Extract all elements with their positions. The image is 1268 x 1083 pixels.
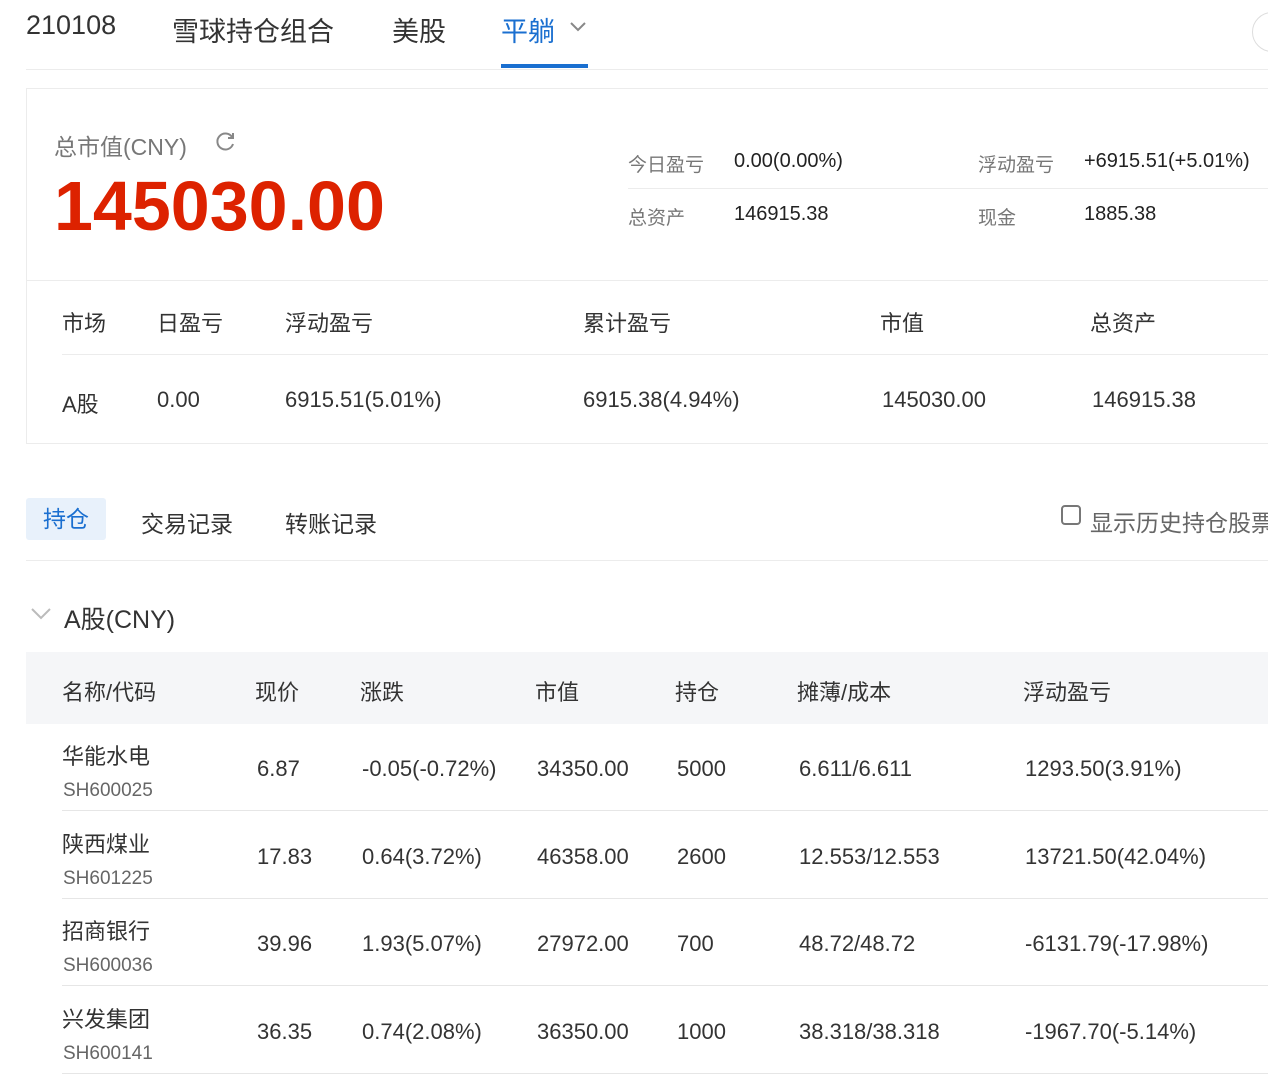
tab-holdings[interactable]: 持仓	[26, 498, 106, 540]
header-total-assets: 总资产	[1090, 311, 1157, 336]
stock-name[interactable]: 华能水电	[62, 739, 150, 771]
header-qty: 持仓	[675, 680, 720, 705]
cell-qty: 2600	[677, 843, 726, 869]
today-pnl-label: 今日盈亏	[628, 155, 705, 176]
nav-tab-xueqiu[interactable]: 雪球持仓组合	[172, 10, 334, 49]
stock-name[interactable]: 兴发集团	[62, 1002, 150, 1034]
float-pnl-label: 浮动盈亏	[978, 155, 1055, 176]
cell-change: 0.64(3.72%)	[362, 843, 482, 869]
stock-code: SH600036	[63, 955, 153, 976]
header-change: 涨跌	[360, 680, 405, 705]
avatar[interactable]	[1252, 12, 1268, 52]
header-value: 市值	[535, 680, 580, 705]
cell-change: 1.93(5.07%)	[362, 931, 482, 956]
cell-qty: 700	[677, 931, 714, 956]
cell-price: 39.96	[257, 931, 313, 956]
stock-code: SH600025	[63, 780, 153, 801]
cell-cum-pnl: 6915.38(4.94%)	[583, 387, 740, 412]
today-pnl-value: 0.00(0.00%)	[734, 150, 843, 172]
section-title: A股(CNY)	[64, 606, 176, 634]
cell-price: 6.87	[257, 756, 300, 781]
header-cum-pnl: 累计盈亏	[583, 311, 672, 336]
cell-value: 46358.00	[537, 843, 629, 869]
cell-market: A股	[62, 392, 99, 417]
cell-market-value: 145030.00	[882, 387, 986, 412]
header-cost: 摊薄/成本	[797, 680, 892, 705]
cell-value: 27972.00	[537, 931, 629, 956]
cell-cost: 6.611/6.611	[799, 756, 912, 781]
header-price: 现价	[255, 680, 300, 705]
float-pnl-value: +6915.51(+5.01%)	[1084, 150, 1250, 172]
nav-tab-pingtang[interactable]: 平躺	[501, 10, 555, 49]
total-assets-label: 总资产	[628, 208, 686, 229]
cell-value: 34350.00	[537, 756, 629, 781]
header-float-pnl: 浮动盈亏	[285, 311, 374, 336]
cell-cost: 38.318/38.318	[799, 1018, 940, 1044]
total-value: 145030.00	[54, 167, 385, 245]
refresh-icon[interactable]	[213, 130, 237, 154]
header-daily-pnl: 日盈亏	[157, 311, 224, 336]
stock-code: SH601225	[63, 867, 153, 889]
cash-label: 现金	[978, 208, 1017, 229]
active-tab-indicator	[501, 64, 588, 68]
table-row[interactable]: 陕西煤业 SH601225 17.83 0.64(3.72%) 46358.00 2600…	[26, 812, 1268, 899]
header-market: 市场	[62, 311, 107, 336]
cell-cost: 48.72/48.72	[799, 931, 916, 956]
cell-value: 36350.00	[537, 1018, 629, 1044]
nav-tab-210108[interactable]: 210108	[26, 10, 116, 41]
header-pnl: 浮动盈亏	[1023, 680, 1112, 705]
tab-trades[interactable]: 交易记录	[141, 505, 233, 539]
cell-pnl: -6131.79(-17.98%)	[1025, 931, 1209, 956]
total-assets-value: 146915.38	[734, 203, 829, 225]
cell-float-pnl: 6915.51(5.01%)	[285, 387, 442, 412]
cell-cost: 12.553/12.553	[799, 843, 940, 869]
cell-qty: 1000	[677, 1018, 726, 1044]
collapse-chevron-icon[interactable]	[30, 607, 52, 621]
history-checkbox-label[interactable]: 显示历史持仓股票	[1090, 504, 1268, 538]
cell-price: 36.35	[257, 1018, 313, 1044]
nav-tab-us[interactable]: 美股	[392, 10, 446, 49]
cell-pnl: 1293.50(3.91%)	[1025, 756, 1182, 781]
cash-value: 1885.38	[1084, 203, 1157, 225]
cell-price: 17.83	[257, 843, 313, 869]
stock-code: SH600141	[63, 1042, 153, 1064]
total-value-label: 总市值(CNY)	[54, 134, 187, 160]
table-row[interactable]: 兴发集团 SH600141 36.35 0.74(2.08%) 36350.00 1000…	[26, 987, 1268, 1074]
cell-total-assets: 146915.38	[1092, 387, 1196, 412]
header-market-value: 市值	[880, 311, 925, 336]
cell-pnl: -1967.70(-5.14%)	[1025, 1018, 1197, 1044]
table-row[interactable]: 招商银行 SH600036 39.96 1.93(5.07%) 27972.00 700 4…	[26, 899, 1268, 986]
tab-transfers[interactable]: 转账记录	[285, 505, 377, 539]
history-checkbox[interactable]	[1061, 505, 1081, 525]
cell-change: 0.74(2.08%)	[362, 1018, 482, 1044]
cell-change: -0.05(-0.72%)	[362, 756, 497, 781]
stock-name[interactable]: 陕西煤业	[62, 827, 150, 859]
cell-daily-pnl: 0.00	[157, 387, 200, 412]
cell-qty: 5000	[677, 756, 726, 781]
table-row[interactable]: 华能水电 SH600025 6.87 -0.05(-0.72%) 34350.00 500…	[26, 724, 1268, 811]
cell-pnl: 13721.50(42.04%)	[1025, 843, 1207, 869]
header-name: 名称/代码	[62, 680, 157, 705]
stock-name[interactable]: 招商银行	[62, 914, 150, 946]
chevron-down-icon[interactable]	[569, 21, 587, 33]
